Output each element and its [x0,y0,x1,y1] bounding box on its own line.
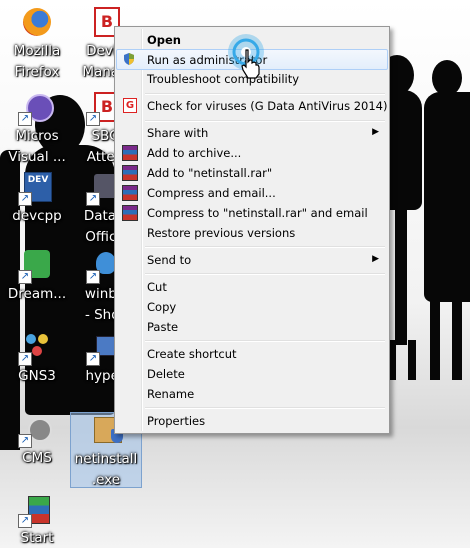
icon-label: devcpp [12,208,62,224]
winrar-icon [122,145,138,161]
icon-label: Visual ... [8,149,66,165]
menu-item-label: Copy [147,300,177,314]
shortcut-arrow-icon: ↗ [86,270,100,284]
menu-item-label: Share with [147,126,209,140]
submenu-arrow-icon: ▶ [372,253,379,263]
wallpaper-silhouette [432,60,462,96]
menu-item-send-to[interactable]: Send to ▶ [117,250,387,269]
menu-item-label: Delete [147,367,185,381]
wallpaper-silhouette [395,205,407,345]
menu-item-label: Open [147,33,181,47]
menu-item-label: Add to "netinstall.rar" [147,166,273,180]
menu-item-label: Paste [147,320,179,334]
menu-item-copy[interactable]: Copy [117,297,387,316]
shortcut-arrow-icon: ↗ [18,192,32,206]
firefox-icon [20,5,54,39]
menu-item-label: Compress to "netinstall.rar" and email [147,206,368,220]
menu-separator [145,340,385,342]
desktop-icon-gns3[interactable]: ↗ GNS3 [2,330,72,387]
menu-separator [145,93,385,95]
menu-separator [145,273,385,275]
gdata-antivirus-icon: G [123,98,137,113]
menu-item-label: Check for viruses (G Data AntiVirus 2014… [147,99,388,113]
icon-label: Firefox [14,64,60,80]
desktop-icon-microsoft-visual[interactable]: ↗ Micros Visual ... [2,90,72,168]
icon-label: Dream... [7,286,67,302]
menu-item-properties[interactable]: Properties [117,411,387,430]
menu-item-compress-and-email[interactable]: Compress and email... [117,183,387,202]
menu-item-label: Send to [147,253,192,267]
menu-item-label: Restore previous versions [147,226,296,240]
icon-label: GNS3 [18,368,56,384]
cms-icon: ↗ [18,412,54,448]
wallpaper-silhouette [430,300,440,380]
menu-item-compress-to-rar-and-email[interactable]: Compress to "netinstall.rar" and email [117,203,387,222]
icon-label: CMS [22,450,52,466]
shortcut-arrow-icon: ↗ [86,192,100,206]
winrar-icon [122,165,138,181]
icon-label: .exe [91,472,121,488]
submenu-arrow-icon: ▶ [372,126,379,136]
menu-item-label: Rename [147,387,195,401]
menu-item-label: Create shortcut [147,347,237,361]
shortcut-arrow-icon: ↗ [18,352,32,366]
wallpaper-silhouette [408,340,416,380]
menu-item-check-for-viruses[interactable]: G Check for viruses (G Data AntiVirus 20… [117,96,387,115]
menu-item-paste[interactable]: Paste [117,317,387,336]
menu-item-label: Properties [147,414,206,428]
menu-item-delete[interactable]: Delete [117,364,387,383]
menu-item-add-to-archive[interactable]: Add to archive... [117,143,387,162]
shortcut-arrow-icon: ↗ [18,270,32,284]
gns3-icon: ↗ [18,330,54,366]
uac-shield-icon [122,52,136,66]
menu-separator [145,120,385,122]
desktop-icon-cms[interactable]: ↗ CMS [2,412,72,469]
wallpaper-silhouette [424,92,470,302]
desktop-icon-mozilla-firefox[interactable]: Mozilla Firefox [2,5,72,83]
shortcut-arrow-icon: ↗ [86,112,100,126]
menu-item-create-shortcut[interactable]: Create shortcut [117,344,387,363]
desktop-icon-start[interactable]: ↗ Start [2,492,72,548]
mouse-cursor-icon [241,49,260,79]
shortcut-arrow-icon: ↗ [86,352,100,366]
dreamweaver-icon: ↗ [18,248,54,284]
icon-label: Micros [15,128,59,144]
menu-item-share-with[interactable]: Share with ▶ [117,123,387,142]
menu-item-label: Cut [147,280,167,294]
menu-item-rename[interactable]: Rename [117,384,387,403]
menu-item-label: Compress and email... [147,186,276,200]
shortcut-arrow-icon: ↗ [18,434,32,448]
desktop-icon-devcpp[interactable]: DEV ↗ devcpp [2,170,72,227]
winrar-icon [122,185,138,201]
icon-label: netinstall [74,451,138,467]
menu-item-label: Troubleshoot compatibility [147,72,300,86]
icon-label: Mozilla [13,43,61,59]
visual-studio-icon: ↗ [18,90,54,126]
icon-label: Start [20,530,54,546]
desktop-icon-dreamweaver[interactable]: ↗ Dream... [2,248,72,305]
shortcut-arrow-icon: ↗ [18,514,32,528]
devcpp-icon: DEV ↗ [18,170,54,206]
menu-item-add-to-netinstall-rar[interactable]: Add to "netinstall.rar" [117,163,387,182]
context-menu: Open Run as administrator Troubleshoot c… [114,26,390,434]
menu-item-label: Add to archive... [147,146,242,160]
menu-separator [145,246,385,248]
shortcut-arrow-icon: ↗ [18,112,32,126]
menu-item-cut[interactable]: Cut [117,277,387,296]
menu-item-restore-previous-versions[interactable]: Restore previous versions [117,223,387,242]
winrar-icon [122,205,138,221]
wallpaper-silhouette [452,300,462,380]
menu-separator [145,407,385,409]
winrar-stack-icon: ↗ [18,492,54,528]
